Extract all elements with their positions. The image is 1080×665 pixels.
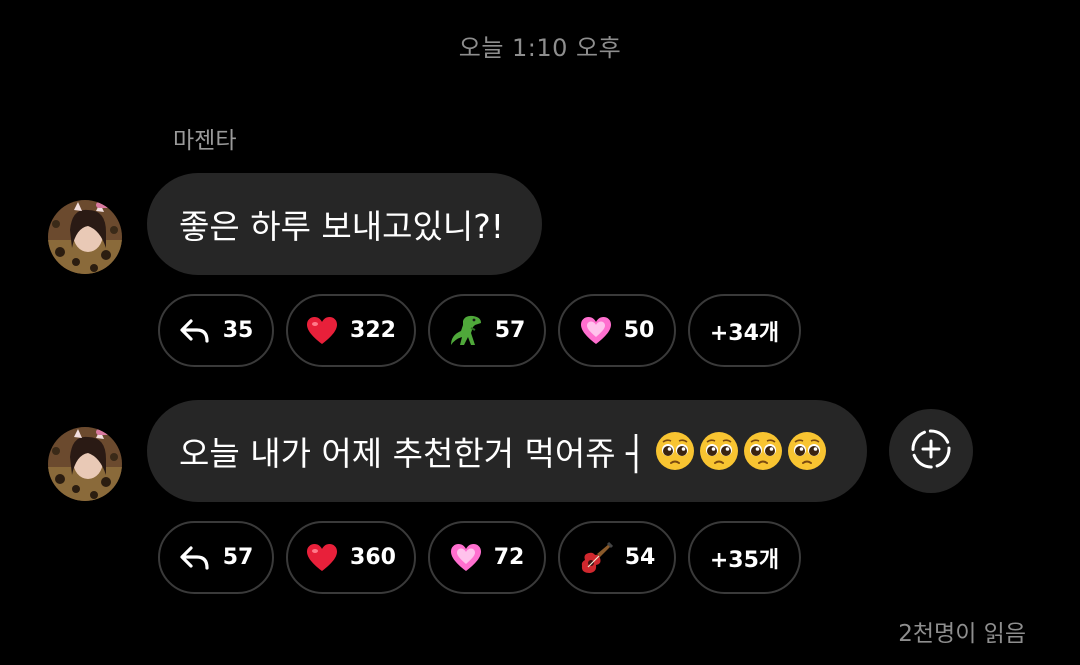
more-reactions-chip[interactable]: +35개	[688, 521, 801, 594]
emoji-group	[654, 430, 828, 472]
read-count: 2천명이 읽음	[898, 621, 1026, 647]
reaction-count: 322	[350, 318, 396, 343]
pleading-face-icon	[654, 430, 696, 472]
more-reactions-chip[interactable]: +34개	[688, 294, 801, 367]
reply-arrow-icon	[179, 544, 211, 572]
pink-heart-icon	[580, 316, 612, 346]
reaction-bar: 35 322 57 50 +34개	[158, 294, 801, 367]
reaction-chip[interactable]: 72	[428, 521, 546, 594]
message-text: 오늘 내가 어제 추천한거 먹어쥬 ┤	[179, 434, 646, 473]
guitar-icon	[579, 541, 613, 574]
avatar[interactable]	[48, 200, 122, 274]
sender-name: 마젠타	[173, 128, 237, 154]
red-heart-icon	[306, 543, 338, 573]
add-reaction-icon	[910, 428, 952, 474]
reaction-count: 54	[624, 545, 656, 570]
more-reactions-label: +34개	[709, 320, 780, 346]
reaction-count: 35	[222, 318, 254, 343]
reaction-count: 72	[493, 545, 525, 570]
message-bubble[interactable]: 오늘 내가 어제 추천한거 먹어쥬 ┤	[147, 400, 867, 502]
reaction-chip[interactable]: 54	[558, 521, 676, 594]
avatar[interactable]	[48, 427, 122, 501]
add-reaction-button[interactable]	[889, 409, 973, 493]
pink-heart-icon	[450, 543, 482, 573]
pleading-face-icon	[786, 430, 828, 472]
more-reactions-label: +35개	[709, 547, 780, 573]
timestamp: 오늘 1:10 오후	[458, 34, 622, 62]
reaction-count: 360	[350, 545, 396, 570]
reaction-count: 50	[623, 318, 655, 343]
message-text: 좋은 하루 보내고있니?!	[179, 207, 504, 246]
pleading-face-icon	[742, 430, 784, 472]
pleading-face-icon	[698, 430, 740, 472]
red-heart-icon	[306, 316, 338, 346]
reaction-chip[interactable]: 50	[558, 294, 676, 367]
reaction-count: 57	[222, 545, 254, 570]
reaction-count: 57	[494, 318, 526, 343]
reply-arrow-icon	[179, 317, 211, 345]
reply-chip[interactable]: 57	[158, 521, 274, 594]
reaction-chip[interactable]: 57	[428, 294, 546, 367]
reaction-chip[interactable]: 322	[286, 294, 416, 367]
message-bubble[interactable]: 좋은 하루 보내고있니?!	[147, 173, 542, 275]
reply-chip[interactable]: 35	[158, 294, 274, 367]
t-rex-icon	[449, 315, 483, 347]
reaction-chip[interactable]: 360	[286, 521, 416, 594]
reaction-bar: 57 360 72 54 +35개	[158, 521, 801, 594]
